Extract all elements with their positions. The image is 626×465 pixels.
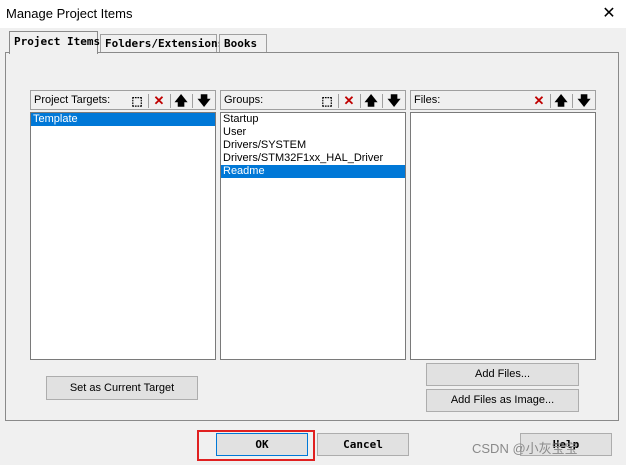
- move-down-icon[interactable]: 🡇: [386, 93, 402, 109]
- new-target-icon[interactable]: ⬚: [129, 93, 145, 109]
- add-files-as-image-button[interactable]: Add Files as Image...: [426, 389, 579, 412]
- add-files-button[interactable]: Add Files...: [426, 363, 579, 386]
- cancel-button[interactable]: Cancel: [317, 433, 409, 456]
- toolbar-divider: [572, 94, 573, 108]
- move-down-icon[interactable]: 🡇: [576, 93, 592, 109]
- toolbar-divider: [338, 94, 339, 108]
- project-targets-header: Project Targets: ⬚ ✕ 🡅 🡇: [30, 90, 216, 110]
- toolbar-divider: [192, 94, 193, 108]
- close-icon[interactable]: ✕: [598, 4, 620, 24]
- list-item[interactable]: Drivers/SYSTEM: [221, 139, 405, 152]
- delete-group-icon[interactable]: ✕: [341, 93, 357, 109]
- groups-label: Groups:: [224, 94, 264, 106]
- highlight-box: [197, 430, 315, 461]
- toolbar-divider: [148, 94, 149, 108]
- tab-folders-extensions[interactable]: Folders/Extensions: [100, 34, 224, 52]
- list-item[interactable]: Startup: [221, 113, 405, 126]
- list-item[interactable]: Readme: [221, 165, 405, 178]
- move-up-icon[interactable]: 🡅: [363, 93, 379, 109]
- groups-panel: Groups: ⬚ ✕ 🡅 🡇 Startup User Drivers/SYS…: [220, 90, 406, 360]
- move-up-icon[interactable]: 🡅: [173, 93, 189, 109]
- project-targets-panel: Project Targets: ⬚ ✕ 🡅 🡇 Template: [30, 90, 216, 360]
- toolbar-divider: [360, 94, 361, 108]
- delete-target-icon[interactable]: ✕: [151, 93, 167, 109]
- toolbar-divider: [550, 94, 551, 108]
- toolbar-divider: [382, 94, 383, 108]
- toolbar-divider: [170, 94, 171, 108]
- files-panel: Files: ✕ 🡅 🡇: [410, 90, 596, 360]
- files-label: Files:: [414, 94, 441, 106]
- project-targets-label: Project Targets:: [34, 94, 111, 106]
- groups-header: Groups: ⬚ ✕ 🡅 🡇: [220, 90, 406, 110]
- move-up-icon[interactable]: 🡅: [553, 93, 569, 109]
- files-list[interactable]: [410, 112, 596, 360]
- watermark: CSDN @小灰宝宝: [472, 441, 578, 456]
- project-targets-list[interactable]: Template: [30, 112, 216, 360]
- groups-list[interactable]: Startup User Drivers/SYSTEM Drivers/STM3…: [220, 112, 406, 360]
- tab-books[interactable]: Books: [219, 34, 267, 52]
- list-item[interactable]: Template: [31, 113, 215, 126]
- title-bar: Manage Project Items ✕: [0, 0, 626, 28]
- list-item[interactable]: User: [221, 126, 405, 139]
- window-title: Manage Project Items: [6, 6, 133, 21]
- tab-project-items[interactable]: Project Items: [9, 31, 100, 54]
- move-down-icon[interactable]: 🡇: [196, 93, 212, 109]
- new-group-icon[interactable]: ⬚: [319, 93, 335, 109]
- delete-file-icon[interactable]: ✕: [531, 93, 547, 109]
- files-header: Files: ✕ 🡅 🡇: [410, 90, 596, 110]
- list-item[interactable]: Drivers/STM32F1xx_HAL_Driver: [221, 152, 405, 165]
- set-current-target-button[interactable]: Set as Current Target: [46, 376, 198, 400]
